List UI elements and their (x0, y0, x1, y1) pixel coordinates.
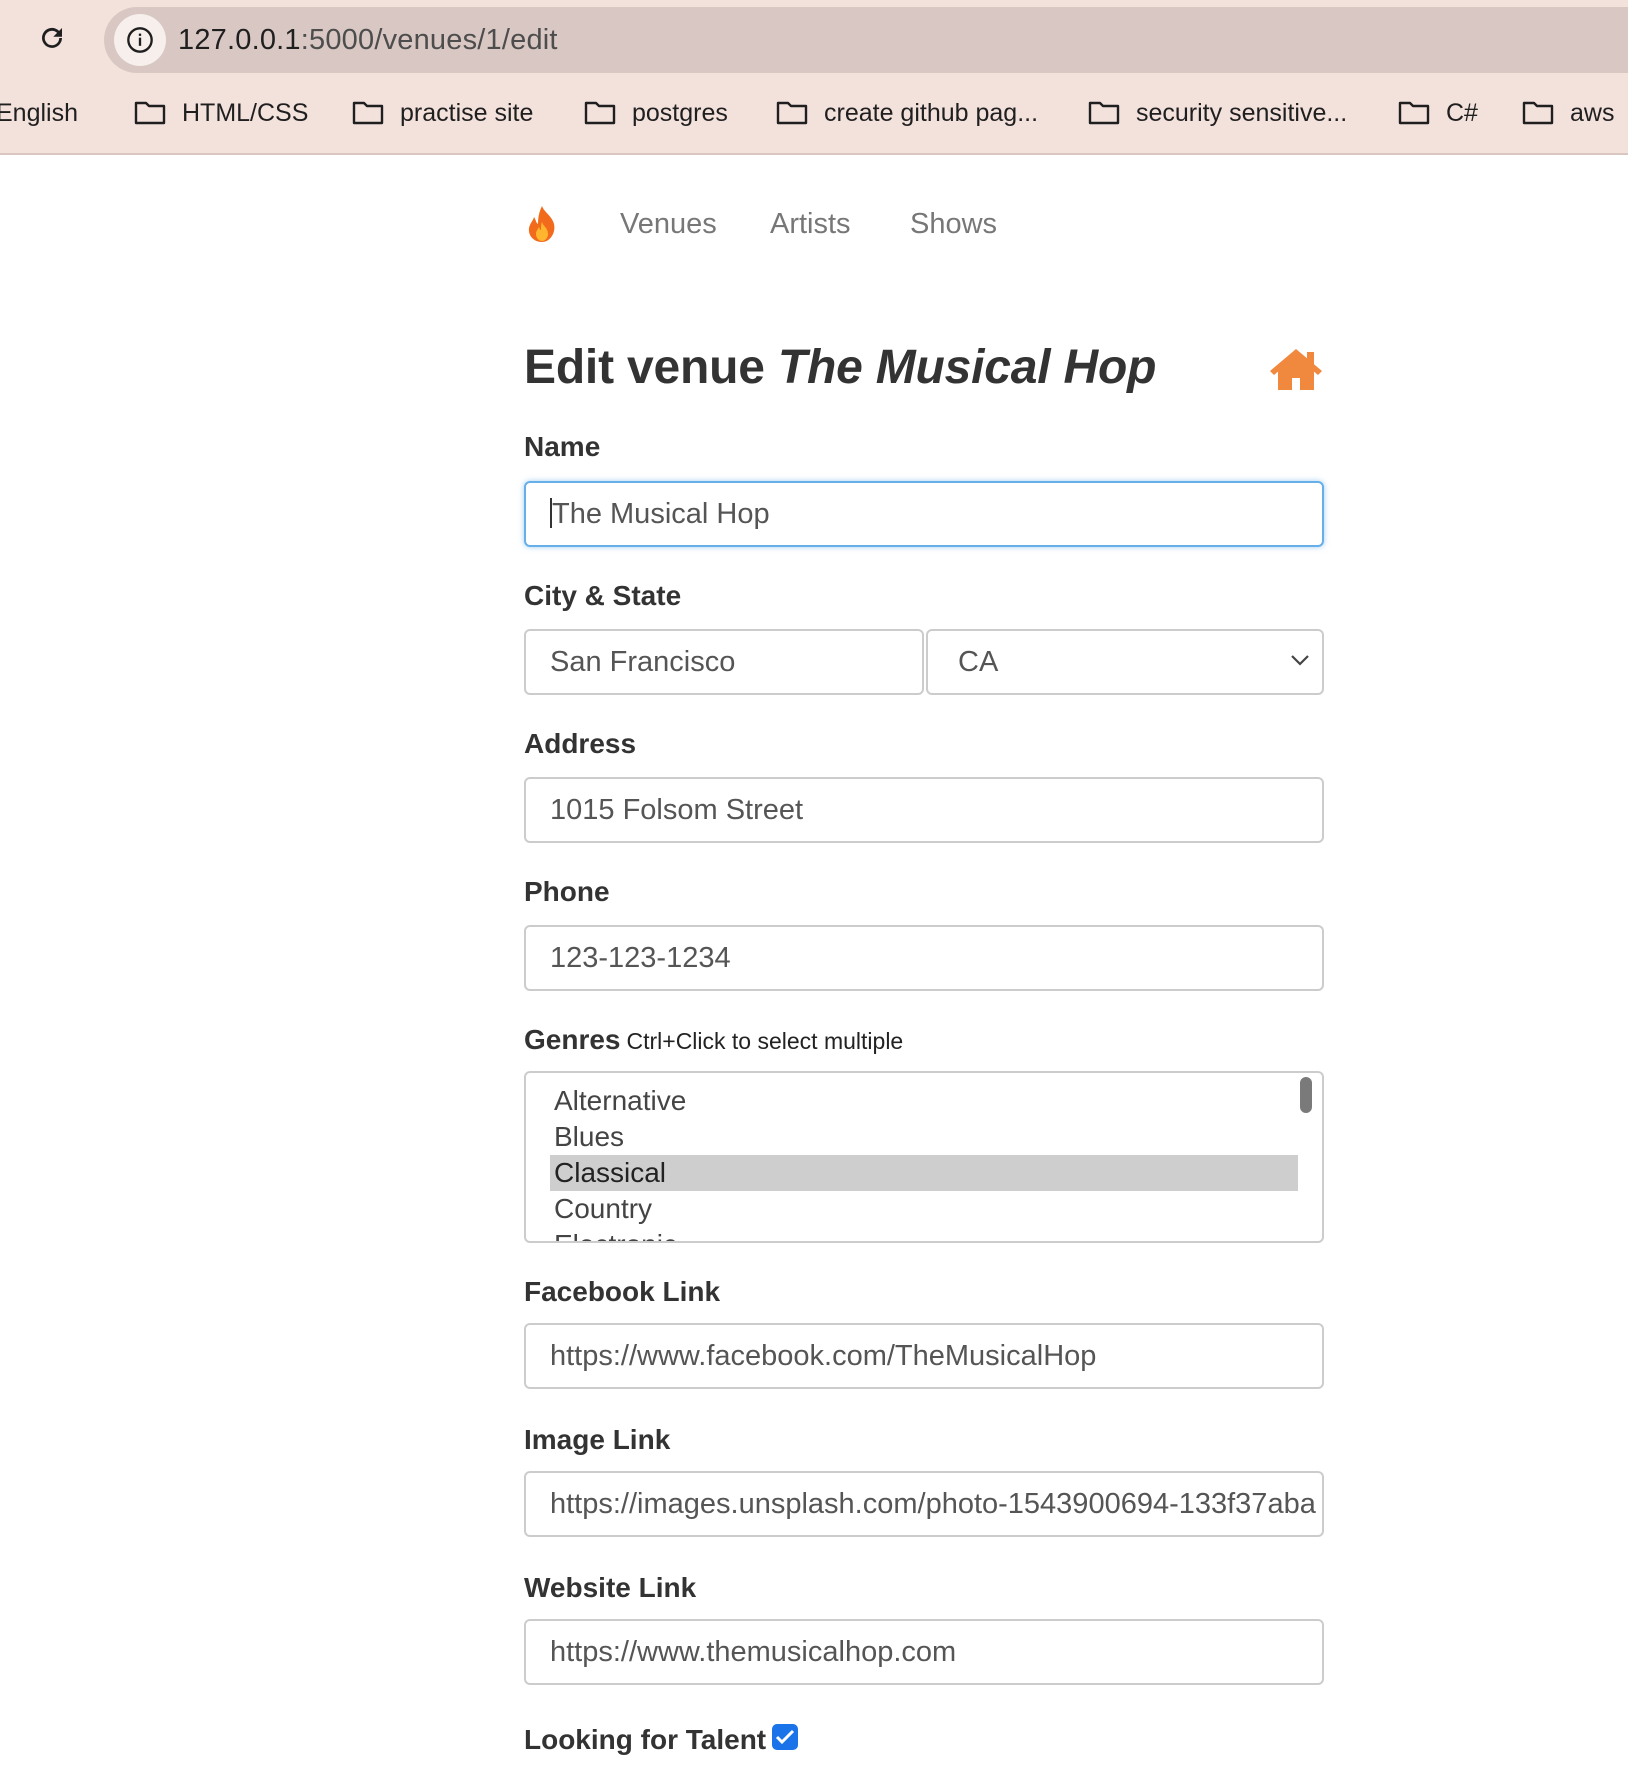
nav-link-shows[interactable]: Shows (910, 208, 997, 241)
bookmark-label: practise site (400, 98, 534, 127)
facebook-input-value: https://www.facebook.com/TheMusicalHop (550, 1340, 1097, 1372)
genres-listbox[interactable]: Alternative Blues Classical Country Elec… (524, 1071, 1324, 1243)
bookmark-security-sensitive[interactable]: security sensitive... (1088, 90, 1347, 136)
genre-option[interactable]: Electronic (550, 1227, 1298, 1241)
bookmark-label: C# (1446, 98, 1478, 127)
home-icon[interactable] (1268, 346, 1324, 392)
address-bar[interactable]: 127.0.0.1:5000/venues/1/edit (104, 7, 1628, 73)
chevron-down-icon (1291, 655, 1309, 666)
folder-icon (352, 101, 384, 125)
genre-option-selected[interactable]: Classical (550, 1155, 1298, 1191)
page-title-venue-name: The Musical Hop (777, 341, 1157, 394)
website-label: Website Link (524, 1572, 697, 1603)
url-host: 127.0.0.1 (178, 24, 301, 56)
bookmark-label: security sensitive... (1136, 98, 1348, 127)
flame-icon[interactable] (524, 204, 560, 244)
bookmark-label: aws (1570, 98, 1615, 127)
bookmark-label: postgres (632, 98, 728, 127)
address-input-value: 1015 Folsom Street (550, 794, 804, 826)
site-info-icon[interactable] (114, 14, 166, 66)
folder-icon (584, 101, 616, 125)
folder-icon (1398, 101, 1430, 125)
image-label: Image Link (524, 1424, 671, 1455)
check-icon (775, 1729, 795, 1745)
bookmark-csharp[interactable]: C# (1398, 90, 1478, 136)
bookmark-create-github-pages[interactable]: create github pag... (776, 90, 1038, 136)
phone-input[interactable]: 123-123-1234 (524, 925, 1324, 991)
facebook-label: Facebook Link (524, 1276, 721, 1307)
bookmark-html-css[interactable]: HTML/CSS (134, 90, 308, 136)
nav-link-venues[interactable]: Venues (620, 208, 717, 241)
nav-link-artists[interactable]: Artists (770, 208, 851, 241)
bookmark-postgres[interactable]: postgres (584, 90, 728, 136)
text-caret (550, 498, 552, 529)
phone-input-value: 123-123-1234 (550, 942, 731, 974)
image-input-value: https://images.unsplash.com/photo-154390… (550, 1488, 1316, 1520)
city-input-value: San Francisco (550, 646, 736, 678)
genre-option[interactable]: Country (550, 1191, 1298, 1227)
seeking-talent-checkbox[interactable] (772, 1724, 798, 1750)
folder-icon (134, 101, 166, 125)
address-input[interactable]: 1015 Folsom Street (524, 777, 1324, 843)
state-select-value: CA (958, 646, 999, 678)
url-path: :5000/venues/1/edit (300, 24, 558, 56)
name-label: Name (524, 431, 601, 462)
url-text: 127.0.0.1:5000/venues/1/edit (178, 7, 558, 73)
bookmark-aws[interactable]: aws (1522, 90, 1614, 136)
state-select[interactable]: CA (926, 629, 1324, 695)
genres-hint: Ctrl+Click to select multiple (626, 1028, 904, 1054)
facebook-input[interactable]: https://www.facebook.com/TheMusicalHop (524, 1323, 1324, 1389)
genres-label: Genres Ctrl+Click to select multiple (524, 1024, 903, 1056)
folder-icon (1088, 101, 1120, 125)
page-title-prefix: Edit venue (524, 341, 765, 394)
name-input-value: The Musical Hop (552, 498, 770, 530)
genre-option[interactable]: Alternative (550, 1083, 1298, 1119)
folder-icon (776, 101, 808, 125)
genre-option[interactable]: Blues (550, 1119, 1298, 1155)
image-input[interactable]: https://images.unsplash.com/photo-154390… (524, 1471, 1324, 1537)
seeking-talent-label: Looking for Talent (524, 1724, 767, 1755)
folder-icon (1522, 101, 1554, 125)
bookmark-label: English (0, 98, 78, 127)
reload-icon[interactable] (34, 20, 70, 56)
bookmark-english[interactable]: English (0, 90, 78, 136)
genres-label-text: Genres (524, 1024, 621, 1055)
page-title: Edit venue The Musical Hop (524, 340, 1156, 395)
browser-chrome: 127.0.0.1:5000/venues/1/edit English HTM… (0, 0, 1628, 155)
bookmark-label: HTML/CSS (182, 98, 309, 127)
city-state-label: City & State (524, 580, 682, 611)
listbox-scrollbar[interactable] (1300, 1077, 1312, 1113)
bookmark-practise-site[interactable]: practise site (352, 90, 533, 136)
name-input[interactable]: The Musical Hop (524, 481, 1324, 547)
bookmarks-bar: English HTML/CSS practise site postgres … (0, 90, 1628, 136)
bookmark-label: create github pag... (824, 98, 1039, 127)
website-input-value: https://www.themusicalhop.com (550, 1636, 957, 1668)
city-input[interactable]: San Francisco (524, 629, 924, 695)
website-input[interactable]: https://www.themusicalhop.com (524, 1619, 1324, 1685)
phone-label: Phone (524, 876, 610, 907)
address-label: Address (524, 728, 637, 759)
